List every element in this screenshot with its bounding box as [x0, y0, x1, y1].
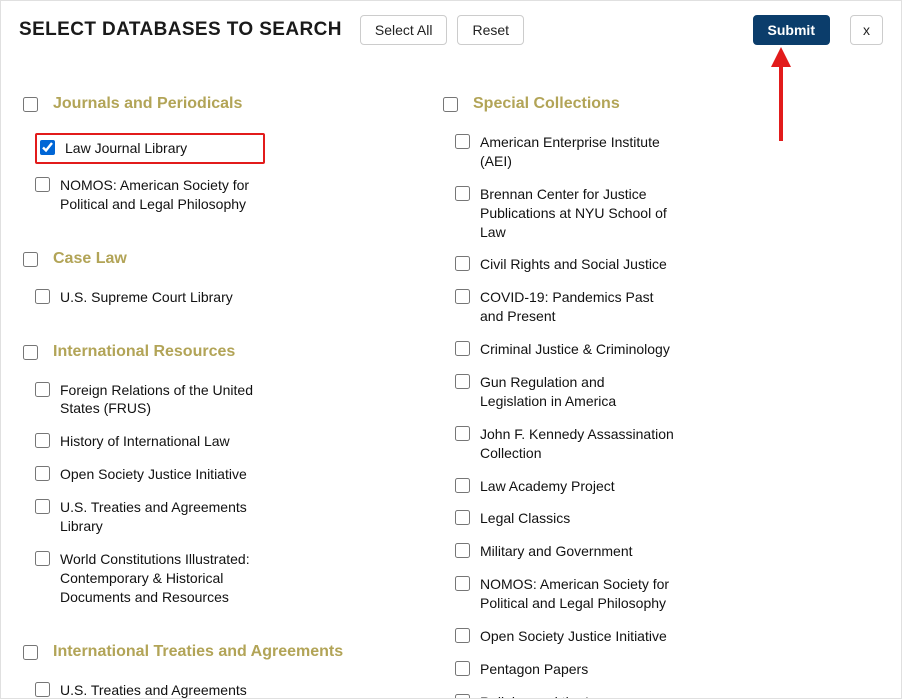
item-label: U.S. Supreme Court Library — [60, 288, 233, 307]
item-checkbox[interactable] — [40, 140, 55, 155]
item-label: COVID-19: Pandemics Past and Present — [480, 288, 675, 326]
item-label: Law Journal Library — [65, 139, 187, 158]
item-label: Open Society Justice Initiative — [480, 627, 667, 646]
item-checkbox[interactable] — [455, 510, 470, 525]
annotation-arrow-icon — [771, 47, 791, 141]
item-checkbox[interactable] — [455, 256, 470, 271]
reset-button[interactable]: Reset — [457, 15, 524, 45]
item-checkbox[interactable] — [35, 177, 50, 192]
item-checkbox[interactable] — [35, 551, 50, 566]
list-item[interactable]: History of International Law — [35, 432, 265, 451]
item-checkbox[interactable] — [35, 289, 50, 304]
list-item[interactable]: U.S. Treaties and Agreements Library — [35, 681, 265, 698]
item-label: Law Academy Project — [480, 477, 615, 496]
list-item[interactable]: COVID-19: Pandemics Past and Present — [455, 288, 675, 326]
item-checkbox[interactable] — [455, 543, 470, 558]
list-item[interactable]: Open Society Justice Initiative — [455, 627, 675, 646]
section-intl-treaties: International Treaties and Agreements U.… — [19, 643, 399, 698]
item-label: History of International Law — [60, 432, 230, 451]
item-label: American Enterprise Institute (AEI) — [480, 133, 675, 171]
item-checkbox[interactable] — [455, 478, 470, 493]
list-item[interactable]: John F. Kennedy Assassination Collection — [455, 425, 675, 463]
item-checkbox[interactable] — [35, 466, 50, 481]
item-label: John F. Kennedy Assassination Collection — [480, 425, 675, 463]
left-column: Journals and Periodicals Law Journal Lib… — [19, 95, 399, 698]
header-row: SELECT DATABASES TO SEARCH Select All Re… — [19, 15, 883, 45]
list-item[interactable]: Religion and the Law — [455, 693, 675, 698]
item-label: Civil Rights and Social Justice — [480, 255, 667, 274]
item-checkbox[interactable] — [455, 134, 470, 149]
item-label: Pentagon Papers — [480, 660, 588, 679]
section-title: Journals and Periodicals — [53, 95, 242, 113]
item-checkbox[interactable] — [455, 374, 470, 389]
list-item[interactable]: Brennan Center for Justice Publications … — [455, 185, 675, 242]
section-case-law: Case Law U.S. Supreme Court Library — [19, 250, 399, 307]
list-item[interactable]: Gun Regulation and Legislation in Americ… — [455, 373, 675, 411]
list-item[interactable]: NOMOS: American Society for Political an… — [35, 176, 265, 214]
highlight-box: Law Journal Library — [35, 133, 265, 164]
section-checkbox-case-law[interactable] — [23, 252, 38, 267]
item-label: Gun Regulation and Legislation in Americ… — [480, 373, 675, 411]
section-checkbox-intl-resources[interactable] — [23, 345, 38, 360]
list-item[interactable]: Military and Government — [455, 542, 675, 561]
select-all-button[interactable]: Select All — [360, 15, 448, 45]
section-title: Special Collections — [473, 95, 620, 113]
item-label: NOMOS: American Society for Political an… — [60, 176, 265, 214]
item-checkbox[interactable] — [455, 628, 470, 643]
list-item[interactable]: Pentagon Papers — [455, 660, 675, 679]
item-label: Foreign Relations of the United States (… — [60, 381, 265, 419]
section-checkbox-journals[interactable] — [23, 97, 38, 112]
item-checkbox[interactable] — [455, 186, 470, 201]
list-item[interactable]: Civil Rights and Social Justice — [455, 255, 675, 274]
item-checkbox[interactable] — [455, 426, 470, 441]
section-checkbox-special[interactable] — [443, 97, 458, 112]
list-item[interactable]: Criminal Justice & Criminology — [455, 340, 675, 359]
item-checkbox[interactable] — [455, 341, 470, 356]
list-item[interactable]: NOMOS: American Society for Political an… — [455, 575, 675, 613]
item-label: World Constitutions Illustrated: Contemp… — [60, 550, 265, 607]
item-checkbox[interactable] — [455, 289, 470, 304]
item-label: Criminal Justice & Criminology — [480, 340, 670, 359]
list-item[interactable]: Law Journal Library — [40, 139, 260, 158]
item-label: NOMOS: American Society for Political an… — [480, 575, 675, 613]
item-label: Legal Classics — [480, 509, 570, 528]
item-label: Military and Government — [480, 542, 633, 561]
item-label: Open Society Justice Initiative — [60, 465, 247, 484]
item-label: Religion and the Law — [480, 693, 611, 698]
item-checkbox[interactable] — [455, 576, 470, 591]
list-item[interactable]: World Constitutions Illustrated: Contemp… — [35, 550, 265, 607]
section-checkbox-intl-treaties[interactable] — [23, 645, 38, 660]
list-item[interactable]: Legal Classics — [455, 509, 675, 528]
list-item[interactable]: Open Society Justice Initiative — [35, 465, 265, 484]
item-checkbox[interactable] — [35, 499, 50, 514]
submit-button[interactable]: Submit — [753, 15, 830, 45]
section-title: International Treaties and Agreements — [53, 643, 343, 661]
section-international-resources: International Resources Foreign Relation… — [19, 343, 399, 607]
section-title: International Resources — [53, 343, 235, 361]
item-label: Brennan Center for Justice Publications … — [480, 185, 675, 242]
item-label: U.S. Treaties and Agreements Library — [60, 681, 265, 698]
list-item[interactable]: Law Academy Project — [455, 477, 675, 496]
section-journals: Journals and Periodicals Law Journal Lib… — [19, 95, 399, 214]
close-button[interactable]: x — [850, 15, 883, 45]
list-item[interactable]: Foreign Relations of the United States (… — [35, 381, 265, 419]
list-item[interactable]: American Enterprise Institute (AEI) — [455, 133, 675, 171]
list-item[interactable]: U.S. Treaties and Agreements Library — [35, 498, 265, 536]
scrollable-content[interactable]: SELECT DATABASES TO SEARCH Select All Re… — [1, 1, 901, 698]
item-label: U.S. Treaties and Agreements Library — [60, 498, 265, 536]
section-title: Case Law — [53, 250, 127, 268]
item-checkbox[interactable] — [35, 682, 50, 697]
arrow-head-icon — [771, 47, 791, 67]
item-checkbox[interactable] — [35, 382, 50, 397]
right-column: Special Collections American Enterprise … — [439, 95, 819, 698]
item-checkbox[interactable] — [35, 433, 50, 448]
section-special-collections: Special Collections American Enterprise … — [439, 95, 819, 698]
item-checkbox[interactable] — [455, 661, 470, 676]
list-item[interactable]: U.S. Supreme Court Library — [35, 288, 265, 307]
arrow-line-icon — [779, 67, 783, 141]
page-title: SELECT DATABASES TO SEARCH — [19, 19, 342, 41]
item-checkbox[interactable] — [455, 694, 470, 698]
